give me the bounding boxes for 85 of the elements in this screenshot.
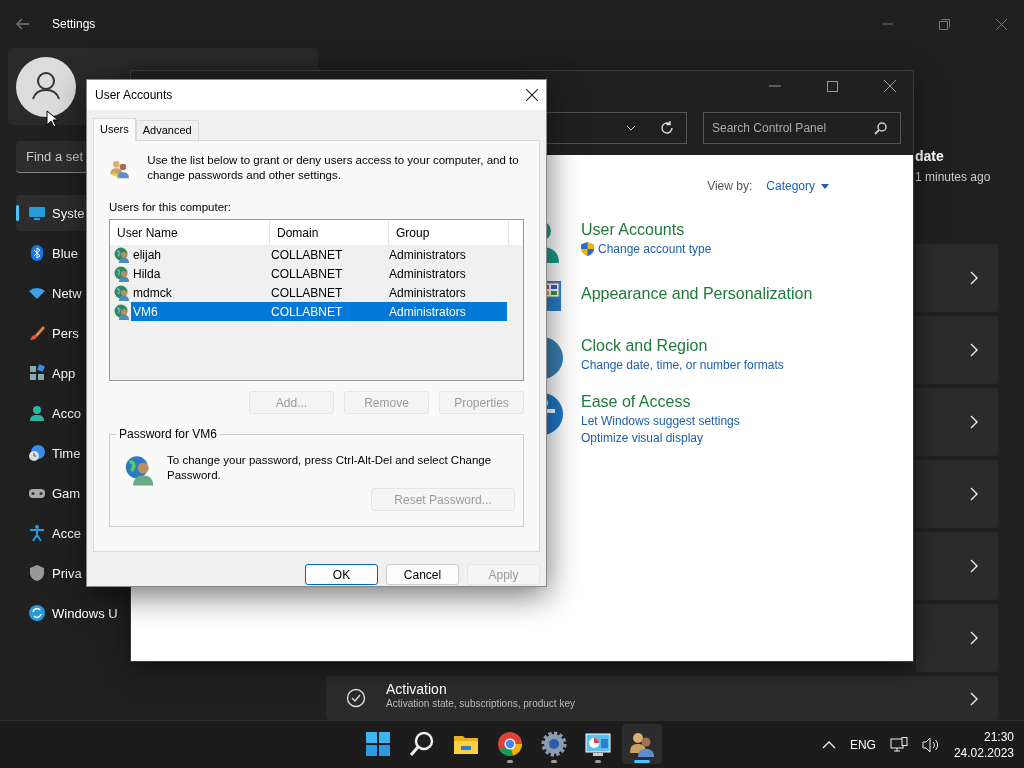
- brush-icon: [28, 324, 46, 342]
- chevron-right-icon: [970, 692, 978, 706]
- category-link[interactable]: User Accounts: [581, 221, 712, 239]
- chevron-right-icon: [970, 487, 978, 501]
- search-icon: [874, 122, 887, 135]
- apps-icon: [28, 364, 46, 382]
- access-icon: [28, 524, 46, 542]
- dropdown-icon: [821, 183, 829, 189]
- language-indicator[interactable]: ENG: [849, 737, 876, 752]
- close-icon[interactable]: [526, 89, 538, 101]
- clock-icon: [28, 444, 46, 462]
- nav-item[interactable]: Windows U: [16, 595, 128, 631]
- chevron-right-icon: [970, 271, 978, 285]
- tab[interactable]: Advanced: [135, 120, 199, 140]
- user-globe-icon: [114, 303, 130, 320]
- window-title: Settings: [52, 17, 96, 31]
- chevron-right-icon: [970, 631, 978, 645]
- view-by-dropdown[interactable]: Category: [766, 179, 829, 193]
- refresh-icon[interactable]: [660, 121, 674, 135]
- control-panel-icon: [585, 731, 611, 757]
- person-icon: [28, 404, 46, 422]
- search-field[interactable]: Search Control Panel: [703, 112, 901, 144]
- search-icon: [409, 731, 435, 757]
- nav-item[interactable]: Priva: [16, 555, 128, 591]
- list-row[interactable]: elijah COLLABNET Administrators: [131, 245, 507, 264]
- user-globe-icon: [114, 246, 130, 263]
- volume-icon[interactable]: [921, 736, 940, 753]
- dialog-title: User Accounts: [95, 88, 173, 102]
- update-icon: [28, 604, 46, 622]
- nav-item[interactable]: App: [16, 355, 128, 391]
- avatar-icon[interactable]: [16, 56, 76, 117]
- user-globe-icon: [114, 284, 130, 301]
- browser-icon: [497, 731, 523, 757]
- clock[interactable]: 21:30 24.02.2023: [953, 728, 1014, 761]
- restore-icon[interactable]: [939, 18, 950, 30]
- maximize-icon[interactable]: [827, 80, 838, 92]
- task-link[interactable]: Change date, time, or number formats: [581, 358, 784, 372]
- taskbar-button[interactable]: [622, 724, 662, 764]
- chevron-right-icon: [970, 559, 978, 573]
- chevron-right-icon: [970, 343, 978, 357]
- category-link[interactable]: Appearance and Personalization: [581, 285, 813, 303]
- back-arrow-icon[interactable]: [16, 18, 30, 30]
- list-row[interactable]: Hilda COLLABNET Administrators: [131, 264, 507, 283]
- task-link[interactable]: Optimize visual display: [581, 431, 740, 445]
- gear-icon: [541, 731, 567, 757]
- close-icon[interactable]: [884, 80, 896, 92]
- chevron-up-icon[interactable]: [821, 740, 836, 749]
- nav-item[interactable]: Netw: [16, 275, 128, 311]
- category-link[interactable]: Ease of Access: [581, 393, 740, 411]
- intro-text: Use the list below to grant or deny users access to your computer, and to change passwords and other settings.: [147, 153, 520, 183]
- users-icon: [629, 731, 655, 757]
- settings-card[interactable]: Activation Activation state, subscriptions, product key: [326, 676, 998, 720]
- update-subtitle: 1 minutes ago: [915, 170, 992, 184]
- network-icon[interactable]: [889, 736, 908, 753]
- user-globe-icon: [124, 453, 156, 487]
- chevron-down-icon[interactable]: [626, 125, 636, 131]
- user-globe-icon: [114, 265, 130, 282]
- shield-icon: [581, 242, 594, 256]
- task-link[interactable]: Let Windows suggest settings: [581, 414, 740, 428]
- column-header[interactable]: Group: [389, 220, 509, 245]
- column-header[interactable]: User Name: [110, 220, 270, 245]
- list-row[interactable]: mdmck COLLABNET Administrators: [131, 283, 507, 302]
- windows-logo-icon: [365, 731, 391, 757]
- shield-icon: [28, 564, 46, 582]
- card-subtitle: Activation state, subscriptions, product key: [386, 698, 575, 710]
- column-header[interactable]: Domain: [270, 220, 389, 245]
- view-by-label: View by:: [707, 179, 753, 193]
- monitor-icon: [28, 204, 46, 222]
- tab[interactable]: Users: [93, 118, 136, 141]
- nav-item[interactable]: Gam: [16, 475, 128, 511]
- chevron-right-icon: [970, 415, 978, 429]
- check-circle-icon: [346, 688, 366, 708]
- task-link[interactable]: Change account type: [581, 242, 712, 256]
- dialog-button[interactable]: OK: [305, 564, 378, 585]
- card-title: Activation: [386, 680, 448, 698]
- nav-item[interactable]: Pers: [16, 315, 128, 351]
- nav-item[interactable]: Acce: [16, 515, 128, 551]
- mouse-cursor-icon: [46, 110, 58, 128]
- update-title: date: [915, 148, 945, 164]
- dialog-button[interactable]: Cancel: [386, 564, 459, 585]
- category-link[interactable]: Clock and Region: [581, 337, 784, 355]
- list-row[interactable]: VM6 COLLABNET Administrators: [131, 302, 507, 321]
- password-text: To change your password, press Ctrl-Alt-Del and select Change Password.: [167, 453, 493, 483]
- group-legend: Password for VM6: [116, 427, 221, 441]
- bluetooth-icon: [28, 244, 46, 262]
